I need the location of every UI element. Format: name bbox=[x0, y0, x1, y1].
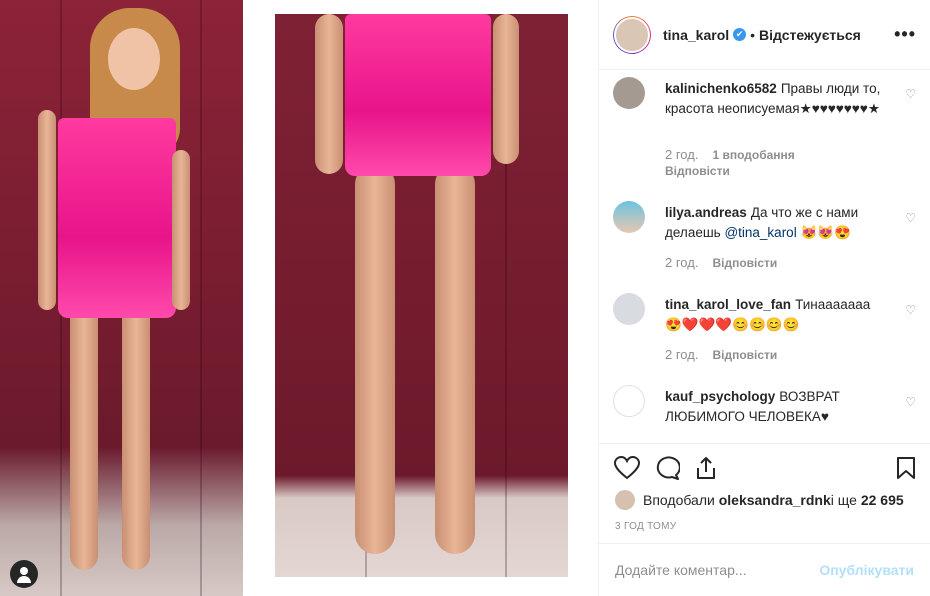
likes-summary: Вподобали oleksandra_rdnk і ще 22 695 bbox=[615, 490, 904, 510]
mention-link[interactable]: @tina_karol bbox=[724, 225, 796, 240]
share-icon[interactable] bbox=[694, 456, 718, 480]
comment-bubble-icon[interactable] bbox=[654, 456, 680, 480]
comment-text: lilya.andreas Да что же с нами делаешь @t… bbox=[665, 205, 859, 240]
comment-username[interactable]: tina_karol_love_fan bbox=[665, 297, 791, 312]
comment-meta: 2 год. Відповісти bbox=[665, 347, 778, 362]
reply-button[interactable]: Відповісти bbox=[712, 348, 777, 362]
verified-badge-icon: ✔ bbox=[733, 28, 747, 41]
post-timestamp: 3 ГОД ТОМУ bbox=[615, 521, 677, 532]
comment-like-heart-icon[interactable]: ♡ bbox=[905, 395, 916, 409]
liker-username[interactable]: oleksandra_rdnk bbox=[719, 492, 831, 508]
comment-avatar[interactable] bbox=[613, 385, 645, 417]
add-comment-bar: Додайте коментар... Опублікувати bbox=[599, 543, 930, 596]
more-options-icon[interactable]: ••• bbox=[894, 24, 916, 45]
photo-right-panel bbox=[275, 14, 568, 577]
author-avatar[interactable] bbox=[613, 15, 651, 54]
liker-avatar[interactable] bbox=[615, 490, 635, 510]
post-photo[interactable] bbox=[0, 0, 598, 596]
reply-button[interactable]: Відповісти bbox=[665, 164, 730, 178]
comment-item: kalinichenko6582 Правы люди то, красота н… bbox=[613, 71, 916, 181]
comment-username[interactable]: lilya.andreas bbox=[665, 205, 747, 220]
comment-input[interactable]: Додайте коментар... bbox=[615, 562, 819, 578]
save-bookmark-icon[interactable] bbox=[896, 456, 916, 480]
comment-avatar[interactable] bbox=[613, 293, 645, 325]
comment-meta: 2 год. Відповісти bbox=[665, 255, 778, 270]
comment-like-heart-icon[interactable]: ♡ bbox=[905, 211, 916, 225]
comment-avatar[interactable] bbox=[613, 201, 645, 233]
comment-username[interactable]: kalinichenko6582 bbox=[665, 81, 777, 96]
comment-like-heart-icon[interactable]: ♡ bbox=[905, 87, 916, 101]
author-username[interactable]: tina_karol bbox=[663, 27, 729, 43]
reply-button[interactable]: Відповісти bbox=[712, 256, 777, 270]
comment-text: tina_karol_love_fan Тинааааааа 😍❤️❤️❤️😊😊😊😊 bbox=[665, 297, 871, 332]
comment-meta: 2 год. 1 вподобання bbox=[665, 147, 795, 162]
comment-text: kauf_psychology ВОЗВРАТ ЛЮБИМОГО ЧЕЛОВЕКА… bbox=[665, 389, 840, 424]
comment-item: tina_karol_love_fan Тинааааааа 😍❤️❤️❤️😊😊😊😊… bbox=[613, 287, 916, 377]
comment-avatar[interactable] bbox=[613, 77, 645, 109]
separator-dot: • bbox=[750, 26, 756, 43]
comment-item: lilya.andreas Да что же с нами делаешь @t… bbox=[613, 195, 916, 285]
publish-button[interactable]: Опублікувати bbox=[819, 562, 914, 578]
post-sidebar: tina_karol ✔ • Відстежується ••• kalinic… bbox=[598, 0, 930, 596]
like-heart-icon[interactable] bbox=[614, 456, 640, 480]
comment-username[interactable]: kauf_psychology bbox=[665, 389, 775, 404]
comments-list[interactable]: kalinichenko6582 Правы люди то, красота н… bbox=[599, 71, 930, 443]
comment-likes-link[interactable]: 1 вподобання bbox=[712, 148, 794, 162]
post-actions: Вподобали oleksandra_rdnk і ще 22 695 3 … bbox=[599, 443, 930, 554]
likes-count[interactable]: 22 695 bbox=[861, 492, 904, 508]
comment-text: kalinichenko6582 Правы люди то, красота н… bbox=[665, 81, 881, 116]
post-header: tina_karol ✔ • Відстежується ••• bbox=[599, 0, 930, 70]
comment-item: kauf_psychology ВОЗВРАТ ЛЮБИМОГО ЧЕЛОВЕКА… bbox=[613, 379, 916, 443]
following-button[interactable]: Відстежується bbox=[759, 27, 861, 43]
tagged-users-icon[interactable] bbox=[10, 560, 38, 588]
comment-like-heart-icon[interactable]: ♡ bbox=[905, 303, 916, 317]
photo-left-panel bbox=[0, 0, 243, 596]
